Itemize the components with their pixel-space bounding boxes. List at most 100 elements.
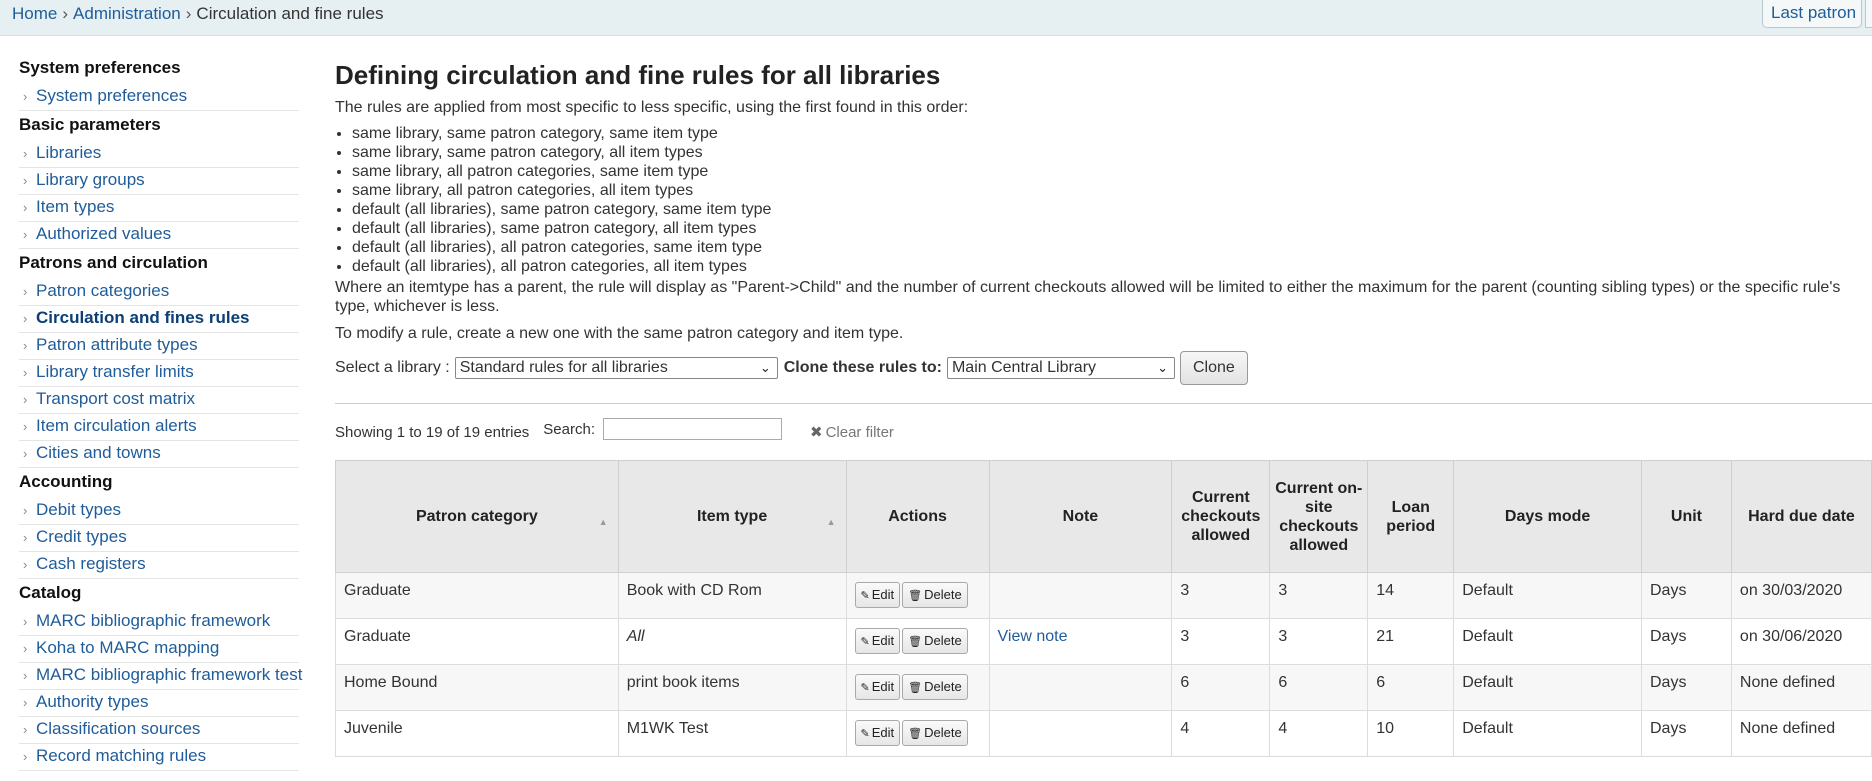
- item-type-all: All: [626, 628, 645, 645]
- trash-icon: 🗑: [908, 636, 923, 648]
- edit-button[interactable]: ✎ Edit: [854, 720, 901, 746]
- sidebar-item-debit-types[interactable]: › Debit types: [19, 498, 299, 525]
- cell-loan-period: 21: [1367, 618, 1455, 665]
- chevron-right-icon: ›: [23, 722, 28, 737]
- delete-button[interactable]: 🗑 Delete: [902, 582, 968, 608]
- column-header-current-checkouts: Current checkouts allowed: [1171, 460, 1271, 573]
- sidebar-item-label[interactable]: Authority types: [36, 692, 148, 711]
- delete-label: Delete: [924, 633, 962, 648]
- sidebar-item-label[interactable]: Transport cost matrix: [36, 389, 195, 408]
- sidebar-item-label[interactable]: Patron categories: [36, 281, 169, 300]
- sidebar-item-system-preferences[interactable]: › System preferences: [19, 84, 299, 111]
- sidebar-item-label[interactable]: Libraries: [36, 143, 101, 162]
- sidebar-item-item-types[interactable]: › Item types: [19, 195, 299, 222]
- sidebar-item-authority-types[interactable]: › Authority types: [19, 690, 299, 717]
- cell-actions: ✎ Edit 🗑 Delete: [845, 710, 990, 757]
- sidebar-item-label[interactable]: Item circulation alerts: [36, 416, 197, 435]
- cell-unit: Days: [1641, 710, 1732, 757]
- chevron-right-icon: ›: [23, 365, 28, 380]
- cell-onsite-checkouts: 4: [1269, 710, 1369, 757]
- cell-unit: Days: [1641, 618, 1732, 665]
- cell-unit: Days: [1641, 572, 1732, 619]
- sidebar-item-cities-and-towns[interactable]: › Cities and towns: [19, 441, 299, 468]
- sidebar-item-library-groups[interactable]: › Library groups: [19, 168, 299, 195]
- sidebar-item-classification-sources[interactable]: › Classification sources: [19, 717, 299, 744]
- table-row: Home Bound print book items ✎ Edit 🗑 Delete…: [335, 664, 1872, 711]
- sidebar-item-item-circulation-alerts[interactable]: › Item circulation alerts: [19, 414, 299, 441]
- column-header-item-type[interactable]: Item type ▲: [617, 460, 847, 573]
- sidebar-item-credit-types[interactable]: › Credit types: [19, 525, 299, 552]
- sidebar-item-record-matching-rules[interactable]: › Record matching rules: [19, 744, 299, 771]
- delete-button[interactable]: 🗑 Delete: [902, 720, 968, 746]
- column-header-patron-category[interactable]: Patron category ▲: [335, 460, 619, 573]
- breadcrumb-home[interactable]: Home: [12, 4, 57, 23]
- delete-label: Delete: [924, 587, 962, 602]
- cell-loan-period: 6: [1367, 664, 1455, 711]
- delete-button[interactable]: 🗑 Delete: [902, 674, 968, 700]
- sidebar-item-label[interactable]: Cities and towns: [36, 443, 161, 462]
- sidebar-item-label[interactable]: Patron attribute types: [36, 335, 198, 354]
- sidebar-item-label[interactable]: Classification sources: [36, 719, 200, 738]
- table-row: Juvenile M1WK Test ✎ Edit 🗑 Delete 4 4 10 D…: [335, 710, 1872, 757]
- clone-button[interactable]: Clone: [1179, 351, 1248, 385]
- table-filter-row: Showing 1 to 19 of 19 entries Search: ✖ C…: [335, 404, 1872, 460]
- sidebar-item-label[interactable]: MARC bibliographic framework: [36, 611, 270, 630]
- header-tab[interactable]: [1865, 0, 1872, 28]
- edit-button[interactable]: ✎ Edit: [854, 582, 901, 608]
- cell-actions: ✎ Edit 🗑 Delete: [845, 664, 990, 711]
- sidebar-item-library-transfer-limits[interactable]: › Library transfer limits: [19, 360, 299, 387]
- sidebar-item-cash-registers[interactable]: › Cash registers: [19, 552, 299, 579]
- chevron-right-icon: ›: [23, 89, 28, 104]
- breadcrumb-current: Circulation and fine rules: [196, 4, 384, 23]
- clone-library-dropdown[interactable]: Main Central Library ⌄: [946, 357, 1175, 379]
- sidebar-item-patron-categories[interactable]: › Patron categories: [19, 279, 299, 306]
- edit-button[interactable]: ✎ Edit: [854, 628, 901, 654]
- breadcrumb-separator: ›: [185, 4, 192, 23]
- sidebar-item-label[interactable]: Item types: [36, 197, 114, 216]
- rule-order-item: same library, same patron category, all …: [352, 143, 1872, 162]
- view-note-link[interactable]: View note: [998, 628, 1068, 645]
- sidebar-item-label[interactable]: System preferences: [36, 86, 187, 105]
- sidebar-item-label[interactable]: Library transfer limits: [36, 362, 194, 381]
- sidebar-item-marc-bibliographic-framework[interactable]: › MARC bibliographic framework: [19, 609, 299, 636]
- sidebar-item-koha-to-marc-mapping[interactable]: › Koha to MARC mapping: [19, 636, 299, 663]
- breadcrumb-administration[interactable]: Administration: [73, 4, 181, 23]
- cell-actions: ✎ Edit 🗑 Delete: [845, 618, 990, 665]
- sidebar-item-label[interactable]: Authorized values: [36, 224, 171, 243]
- sidebar-item-libraries[interactable]: › Libraries: [19, 141, 299, 168]
- sidebar-item-label[interactable]: Koha to MARC mapping: [36, 638, 219, 657]
- delete-button[interactable]: 🗑 Delete: [902, 628, 968, 654]
- sidebar-item-marc-bibliographic-framework-test[interactable]: › MARC bibliographic framework test: [19, 663, 302, 690]
- chevron-down-icon: ⌄: [759, 360, 771, 375]
- sidebar-item-authorized-values[interactable]: › Authorized values: [19, 222, 299, 249]
- rule-order-item: default (all libraries), same patron cat…: [352, 219, 1872, 238]
- rule-order-item: same library, all patron categories, all…: [352, 181, 1872, 200]
- select-library-dropdown[interactable]: Standard rules for all libraries ⌄: [454, 357, 778, 379]
- sidebar-item-circulation-and-fines-rules[interactable]: › Circulation and fines rules: [19, 306, 299, 333]
- cell-onsite-checkouts: 6: [1269, 664, 1369, 711]
- sidebar-item-patron-attribute-types[interactable]: › Patron attribute types: [19, 333, 299, 360]
- sidebar-item-label[interactable]: Cash registers: [36, 554, 146, 573]
- edit-label: Edit: [871, 587, 895, 602]
- table-header-row: Patron category ▲ Item type ▲ Actions Note…: [335, 460, 1872, 573]
- sidebar-item-label[interactable]: Debit types: [36, 500, 121, 519]
- search-input[interactable]: [603, 418, 782, 440]
- column-header-loan-period: Loan period: [1367, 460, 1455, 573]
- sidebar-item-label[interactable]: Circulation and fines rules: [36, 308, 250, 327]
- rule-order-item: same library, all patron categories, sam…: [352, 162, 1872, 181]
- clear-filter-label: Clear filter: [825, 424, 894, 441]
- edit-button[interactable]: ✎ Edit: [854, 674, 901, 700]
- sidebar-item-label[interactable]: Library groups: [36, 170, 145, 189]
- sidebar-item-label[interactable]: Record matching rules: [36, 746, 206, 765]
- parent-itemtype-note: Where an itemtype has a parent, the rule…: [335, 279, 1841, 315]
- column-header-label: Patron category: [415, 508, 538, 525]
- clear-filter-button[interactable]: ✖ Clear filter: [810, 423, 894, 441]
- pencil-icon: ✎: [860, 636, 870, 648]
- table-row: Graduate All ✎ Edit 🗑 Delete View note 3 3 …: [335, 618, 1872, 665]
- column-header-onsite-checkouts: Current on-site checkouts allowed: [1269, 460, 1369, 573]
- sidebar-item-label[interactable]: MARC bibliographic framework test: [36, 665, 302, 684]
- breadcrumb: Home › Administration › Circulation and fine…: [12, 4, 384, 24]
- sidebar-item-label[interactable]: Credit types: [36, 527, 127, 546]
- sidebar-item-transport-cost-matrix[interactable]: › Transport cost matrix: [19, 387, 299, 414]
- last-patron-button[interactable]: Last patron: [1762, 0, 1862, 28]
